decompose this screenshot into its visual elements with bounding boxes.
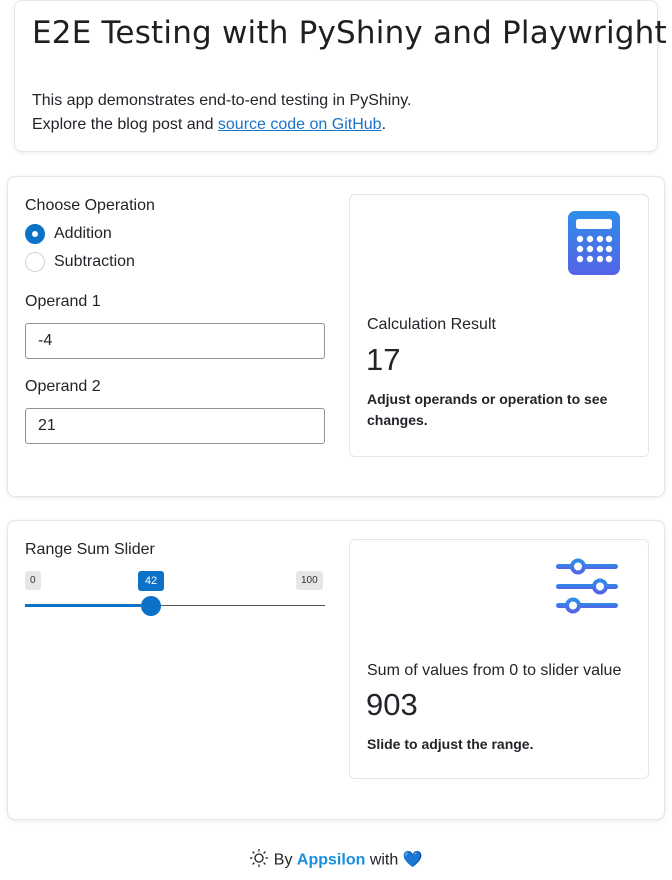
radio-addition[interactable]: Addition (25, 223, 112, 245)
range-sum-panel: Range Sum Slider 0 100 42 Sum of values … (7, 520, 665, 820)
range-sum-result-box: Sum of values from 0 to slider value 903… (349, 539, 649, 779)
slider-thumb[interactable] (141, 596, 161, 616)
intro-line-2-prefix: Explore the blog post and (32, 116, 218, 133)
appsilon-link[interactable]: Appsilon (297, 852, 365, 869)
sun-icon (249, 848, 269, 873)
github-source-link[interactable]: source code on GitHub (218, 116, 382, 133)
page-title: E2E Testing with PyShiny and Playwright (32, 15, 667, 51)
footer-by: By (273, 851, 293, 869)
operand2-input[interactable] (25, 408, 325, 444)
intro-line-2-suffix: . (381, 116, 387, 133)
radio-addition-indicator[interactable] (25, 224, 45, 244)
radio-subtraction-indicator[interactable] (25, 252, 45, 272)
result-value: 17 (366, 342, 401, 377)
slider-fill (25, 604, 151, 607)
calculator-panel: Choose Operation Addition Subtraction Op… (7, 176, 665, 497)
result-title: Calculation Result (367, 316, 496, 333)
calculator-icon (568, 211, 620, 280)
operation-label: Choose Operation (25, 197, 155, 214)
intro-line-1: This app demonstrates end-to-end testing… (32, 92, 412, 109)
range-sum-description: Slide to adjust the range. (367, 736, 534, 752)
operand1-label: Operand 1 (25, 293, 101, 310)
radio-subtraction[interactable]: Subtraction (25, 251, 135, 273)
intro-text: This app demonstrates end-to-end testing… (32, 89, 411, 137)
slider-max-label: 100 (296, 571, 323, 590)
operand2-label: Operand 2 (25, 378, 101, 395)
header-card: E2E Testing with PyShiny and Playwright … (14, 0, 667, 152)
footer-with: with (369, 851, 399, 869)
range-sum-title: Sum of values from 0 to slider value (367, 662, 622, 679)
calculation-result-box: Calculation Result 17 Adjust operands or… (349, 194, 649, 457)
slider-min-label: 0 (25, 571, 41, 590)
result-description: Adjust operands or operation to see chan… (367, 391, 608, 428)
intro-line-2: Explore the blog post and source code on… (32, 113, 411, 137)
range-sum-value: 903 (366, 687, 418, 722)
slider-label: Range Sum Slider (25, 541, 155, 558)
radio-addition-label[interactable]: Addition (54, 225, 112, 243)
sliders-icon (554, 557, 620, 622)
heart-icon: 💙 (402, 851, 423, 869)
slider-value-bubble: 42 (138, 571, 164, 591)
radio-subtraction-label[interactable]: Subtraction (54, 253, 135, 271)
footer: By Appsilon with 💙 (0, 848, 672, 873)
operand1-input[interactable] (25, 323, 325, 359)
